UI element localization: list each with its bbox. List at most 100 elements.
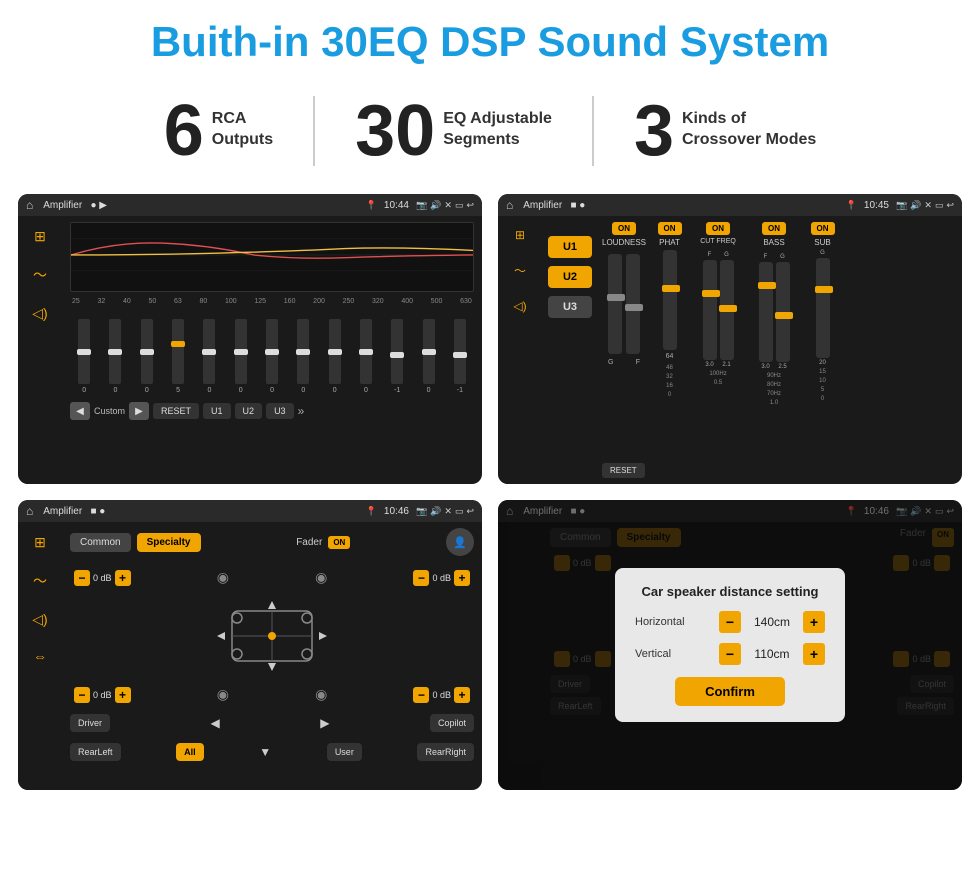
amp2-reset-btn[interactable]: RESET	[602, 463, 645, 478]
loudness-toggle[interactable]: ON	[612, 222, 636, 235]
eq-slider-12[interactable]: -1	[446, 319, 474, 394]
eq-next-btn[interactable]: ▶	[129, 402, 149, 420]
eq-slider-4[interactable]: 0	[195, 319, 223, 394]
bass-toggle[interactable]: ON	[762, 222, 786, 235]
amp-u2-btn[interactable]: U2	[548, 266, 592, 288]
eq-slider-5[interactable]: 0	[227, 319, 255, 394]
sb-icons-2: 📍 10:45 📷 🔊 ✕ ▭ ↩	[846, 200, 954, 211]
db-plus-bl[interactable]: +	[115, 687, 131, 703]
eq-slider-11[interactable]: 0	[414, 319, 442, 394]
driver-btn[interactable]: Driver	[70, 714, 110, 732]
back-icon-3[interactable]: ↩	[466, 506, 474, 517]
bass-slider-l[interactable]: F 3.0	[759, 254, 773, 370]
cutfreq-slider-r[interactable]: G 2.1	[720, 252, 734, 368]
db-plus-tl[interactable]: +	[115, 570, 131, 586]
back-icon-1[interactable]: ↩	[466, 200, 474, 211]
eq-slider-9[interactable]: 0	[352, 319, 380, 394]
amp-filter-icon-2[interactable]: ⊞	[515, 228, 525, 242]
all-btn[interactable]: All	[176, 743, 204, 761]
db-minus-tr[interactable]: −	[413, 570, 429, 586]
fader-sidebar: ⊞ 〜 ◁) ⇔	[18, 522, 62, 790]
eq-u2-btn[interactable]: U2	[235, 403, 263, 419]
amp-u3-btn[interactable]: U3	[548, 296, 592, 318]
user-btn[interactable]: User	[327, 743, 362, 761]
fader-left-btn[interactable]: ◀	[211, 714, 220, 732]
sub-toggle[interactable]: ON	[811, 222, 835, 235]
vertical-plus-btn[interactable]: +	[803, 643, 825, 665]
eq-prev-btn[interactable]: ◀	[70, 402, 90, 420]
fader-right-btn[interactable]: ▶	[320, 714, 329, 732]
eq-speaker-icon[interactable]: ◁)	[32, 305, 47, 322]
db-plus-br[interactable]: +	[454, 687, 470, 703]
bass-group: ON BASS F 3.0 G	[749, 222, 799, 448]
amp-sidebar-2: ⊞ 〜 ◁)	[498, 216, 542, 484]
db-minus-bl[interactable]: −	[74, 687, 90, 703]
vertical-value: 110cm	[747, 647, 797, 661]
eq-slider-0[interactable]: 0	[70, 319, 98, 394]
horizontal-plus-btn[interactable]: +	[803, 611, 825, 633]
dialog-horizontal-label: Horizontal	[635, 616, 705, 628]
eq-reset-btn[interactable]: RESET	[153, 403, 199, 419]
tab-specialty[interactable]: Specialty	[137, 533, 201, 552]
fader-icon-wrap[interactable]: 👤	[446, 528, 474, 556]
eq-custom-label: Custom	[94, 406, 125, 416]
cutfreq-toggle[interactable]: ON	[706, 222, 730, 235]
fader-wave-icon[interactable]: 〜	[33, 571, 47, 591]
home-icon-3[interactable]: ⌂	[26, 504, 33, 518]
fader-filter-icon[interactable]: ⊞	[34, 534, 46, 551]
db-plus-tr[interactable]: +	[454, 570, 470, 586]
fader-expand-icon[interactable]: ⇔	[33, 648, 47, 664]
amp-u1-btn[interactable]: U1	[548, 236, 592, 258]
stats-row: 6 RCAOutputs 30 EQ AdjustableSegments 3 …	[0, 76, 980, 194]
sub-slider[interactable]: G 20	[816, 250, 830, 366]
location-icon-1: 📍	[366, 200, 377, 211]
dialog-vertical-ctrl: − 110cm +	[719, 643, 825, 665]
rearright-btn[interactable]: RearRight	[417, 743, 474, 761]
horizontal-minus-btn[interactable]: −	[719, 611, 741, 633]
eq-u1-btn[interactable]: U1	[203, 403, 231, 419]
vertical-minus-btn[interactable]: −	[719, 643, 741, 665]
freq-400: 400	[401, 298, 413, 305]
freq-32: 32	[98, 298, 106, 305]
eq-slider-6[interactable]: 0	[258, 319, 286, 394]
phat-slider[interactable]	[663, 250, 677, 350]
amp-wave-icon-2[interactable]: 〜	[514, 262, 526, 279]
loudness-slider-r[interactable]	[626, 254, 640, 354]
eq-slider-3[interactable]: 5	[164, 319, 192, 394]
cutfreq-slider-l[interactable]: F 3.0	[703, 252, 717, 368]
fader-down-btn[interactable]: ▼	[259, 743, 271, 761]
location-icon-3: 📍	[366, 506, 377, 517]
car-svg	[207, 596, 337, 676]
fader-vol-icon[interactable]: ◁)	[32, 611, 47, 628]
eq-slider-7[interactable]: 0	[289, 319, 317, 394]
tab-common[interactable]: Common	[70, 533, 131, 552]
phat-toggle[interactable]: ON	[658, 222, 682, 235]
home-icon-2[interactable]: ⌂	[506, 198, 513, 212]
confirm-button[interactable]: Confirm	[675, 677, 785, 706]
screen3-title: Amplifier ■ ●	[43, 506, 361, 517]
eq-slider-2[interactable]: 0	[133, 319, 161, 394]
bass-slider-r[interactable]: G 2.5	[776, 254, 790, 370]
eq-u3-btn[interactable]: U3	[266, 403, 294, 419]
eq-slider-8[interactable]: 0	[321, 319, 349, 394]
fader-on-badge[interactable]: ON	[328, 536, 350, 549]
sp-br-icon: ◉	[315, 686, 327, 703]
amp-vol-icon-2[interactable]: ◁)	[513, 299, 526, 313]
eq-filter-icon[interactable]: ⊞	[34, 228, 46, 245]
db-minus-tl[interactable]: −	[74, 570, 90, 586]
loudness-slider-l[interactable]	[608, 254, 622, 354]
eq-curve-svg	[71, 223, 473, 287]
eq-wave-icon[interactable]: 〜	[33, 265, 47, 285]
rearleft-btn[interactable]: RearLeft	[70, 743, 121, 761]
cutfreq-label: CUT FREQ	[700, 238, 736, 245]
eq-expand-icon[interactable]: »	[298, 404, 305, 418]
camera-icon-1: 📷	[416, 200, 427, 211]
eq-slider-10[interactable]: -1	[383, 319, 411, 394]
back-icon-2[interactable]: ↩	[946, 200, 954, 211]
stat-label-rca: RCAOutputs	[212, 109, 273, 151]
eq-slider-1[interactable]: 0	[101, 319, 129, 394]
db-minus-br[interactable]: −	[413, 687, 429, 703]
home-icon-1[interactable]: ⌂	[26, 198, 33, 212]
db-val-bl: 0 dB	[93, 690, 112, 700]
copilot-btn[interactable]: Copilot	[430, 714, 474, 732]
